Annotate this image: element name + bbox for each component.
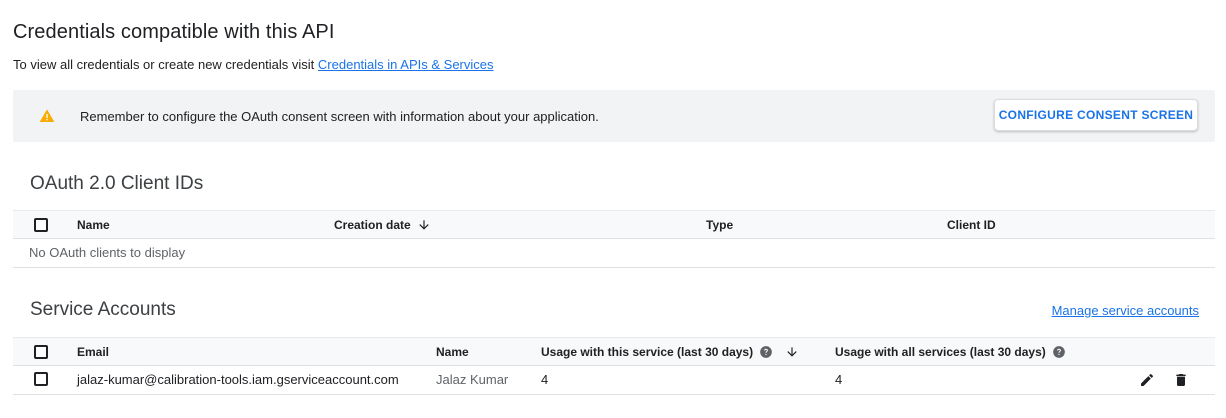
oauth-col-client-id-label: Client ID bbox=[947, 218, 996, 232]
oauth-col-name-label: Name bbox=[77, 218, 110, 232]
manage-service-accounts-link[interactable]: Manage service accounts bbox=[1052, 303, 1199, 318]
sa-usage-service: 4 bbox=[541, 372, 549, 387]
sa-col-usage-all[interactable]: Usage with all services (last 30 days) bbox=[835, 338, 1066, 366]
help-icon[interactable] bbox=[759, 345, 773, 359]
edit-icon[interactable] bbox=[1139, 372, 1155, 388]
sa-email[interactable]: jalaz-kumar@calibration-tools.iam.gservi… bbox=[77, 366, 399, 394]
sa-col-email-label: Email bbox=[77, 345, 110, 359]
consent-banner: Remember to configure the OAuth consent … bbox=[13, 90, 1215, 142]
oauth-col-type[interactable]: Type bbox=[706, 211, 733, 239]
table-row: jalaz-kumar@calibration-tools.iam.gservi… bbox=[13, 366, 1215, 395]
sa-col-name-label: Name bbox=[436, 345, 469, 359]
subtitle: To view all credentials or create new cr… bbox=[13, 57, 494, 72]
service-accounts-section-title: Service Accounts bbox=[30, 299, 176, 320]
delete-icon[interactable] bbox=[1173, 372, 1189, 388]
page-title: Credentials compatible with this API bbox=[13, 21, 335, 43]
help-icon[interactable] bbox=[1052, 345, 1066, 359]
oauth-empty-message: No OAuth clients to display bbox=[29, 245, 186, 260]
service-accounts-table-header: Email Name Usage with this service (last… bbox=[13, 337, 1215, 366]
banner-message: Remember to configure the OAuth consent … bbox=[80, 109, 599, 124]
sa-col-email[interactable]: Email bbox=[77, 338, 109, 366]
oauth-col-type-label: Type bbox=[706, 218, 734, 232]
oauth-section-title: OAuth 2.0 Client IDs bbox=[30, 173, 204, 194]
oauth-col-creation-date[interactable]: Creation date bbox=[334, 211, 431, 239]
oauth-empty-row: No OAuth clients to display bbox=[13, 239, 1215, 268]
oauth-table: Name Creation date Type Client ID No OAu… bbox=[13, 210, 1215, 268]
sa-name: Jalaz Kumar bbox=[436, 372, 509, 387]
oauth-col-creation-date-label: Creation date bbox=[334, 218, 411, 232]
row-checkbox[interactable] bbox=[34, 372, 48, 386]
sa-col-usage-service[interactable]: Usage with this service (last 30 days) bbox=[541, 338, 799, 366]
oauth-col-name[interactable]: Name bbox=[77, 211, 110, 239]
oauth-select-all-checkbox[interactable] bbox=[34, 218, 48, 232]
service-accounts-table: Email Name Usage with this service (last… bbox=[13, 337, 1215, 395]
credentials-page: Credentials compatible with this API To … bbox=[0, 0, 1226, 418]
sort-descending-icon[interactable] bbox=[417, 218, 431, 232]
sa-col-name[interactable]: Name bbox=[436, 338, 469, 366]
oauth-table-header: Name Creation date Type Client ID bbox=[13, 210, 1215, 239]
sa-usage-all: 4 bbox=[835, 372, 843, 387]
sa-select-all-checkbox[interactable] bbox=[34, 345, 48, 359]
sa-col-usage-service-label: Usage with this service (last 30 days) bbox=[541, 345, 754, 359]
sort-descending-icon[interactable] bbox=[785, 345, 799, 359]
configure-consent-button[interactable]: CONFIGURE CONSENT SCREEN bbox=[994, 99, 1198, 131]
sa-col-usage-all-label: Usage with all services (last 30 days) bbox=[835, 345, 1046, 359]
oauth-col-client-id[interactable]: Client ID bbox=[947, 211, 996, 239]
warning-icon bbox=[39, 109, 55, 122]
subtitle-text: To view all credentials or create new cr… bbox=[13, 57, 318, 72]
credentials-link[interactable]: Credentials in APIs & Services bbox=[318, 57, 494, 72]
